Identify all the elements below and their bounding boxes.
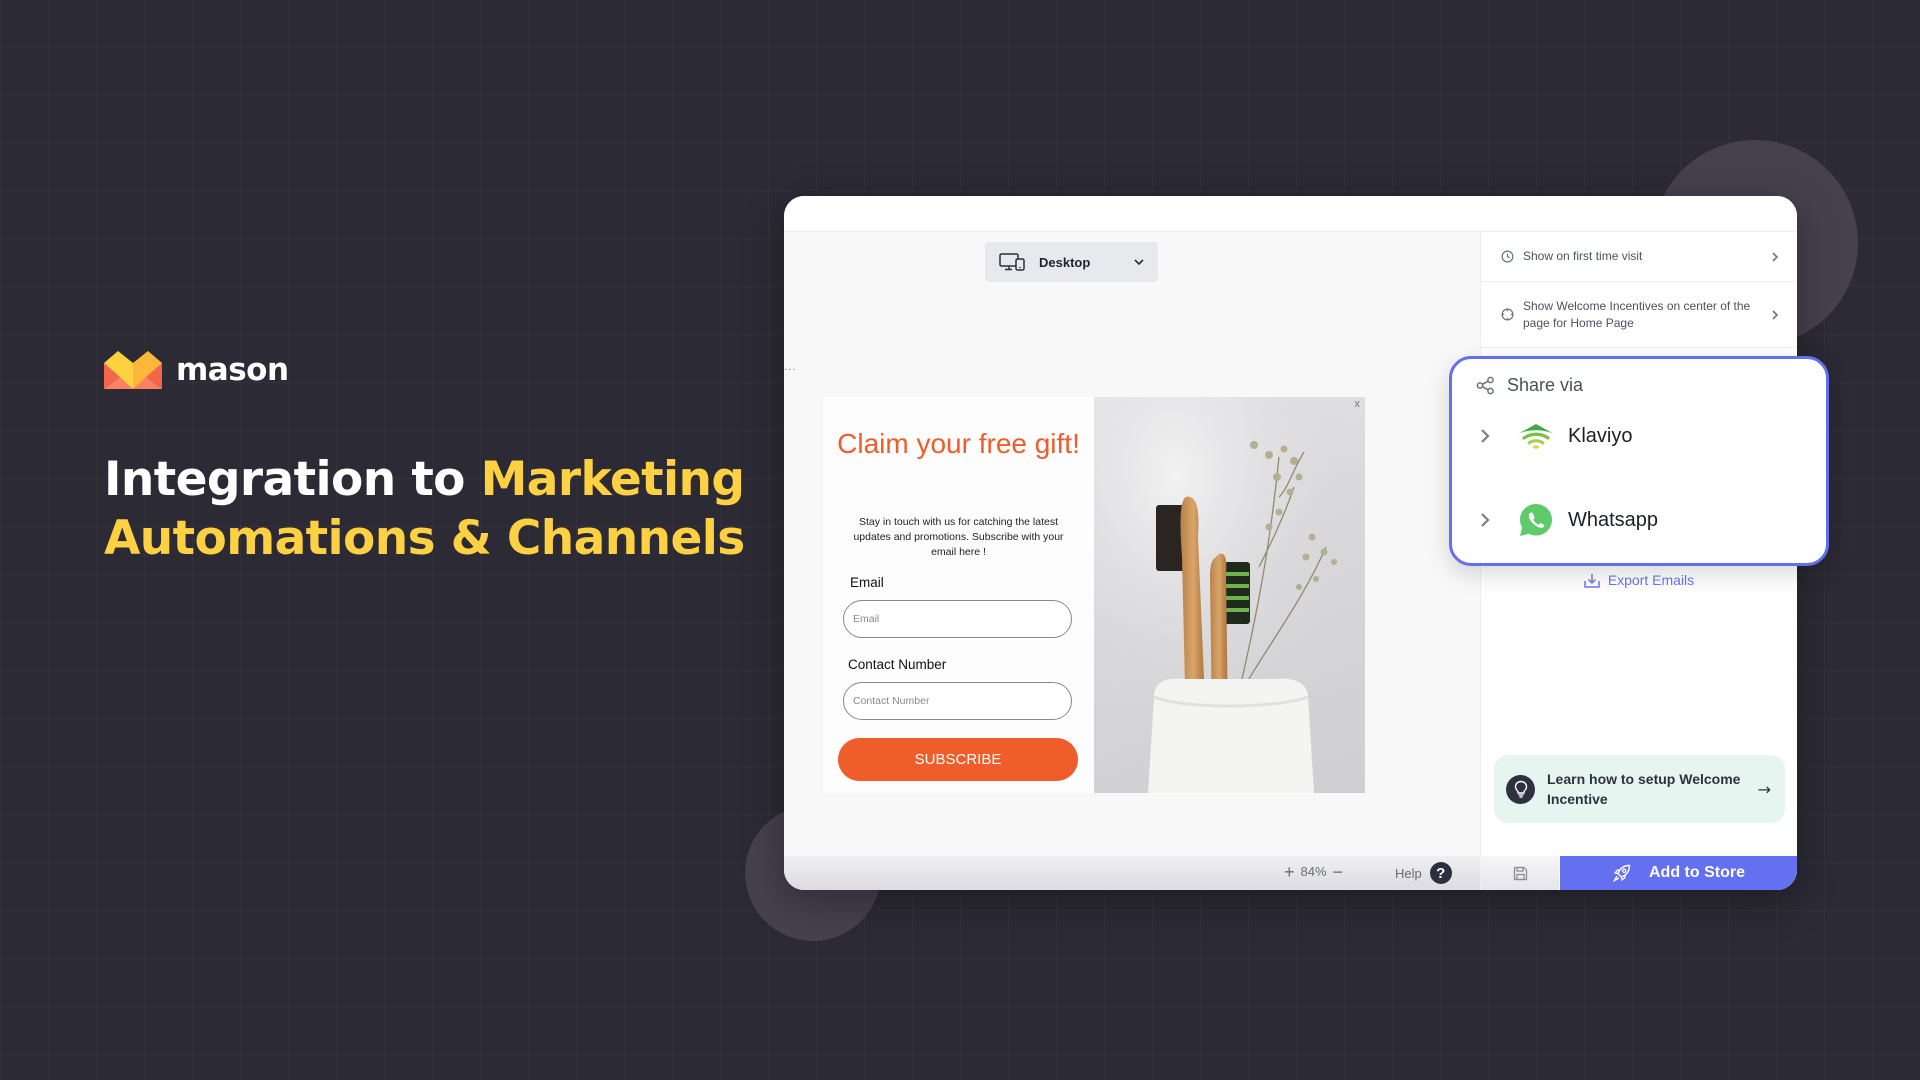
export-emails-label: Export Emails <box>1607 572 1695 588</box>
mason-logo-icon <box>104 351 162 389</box>
zoom-level: 84% <box>1300 864 1327 879</box>
clock-icon <box>1501 250 1514 263</box>
hero-headline: Integration to Marketing Automations & C… <box>104 450 745 568</box>
share-item-label: Whatsapp <box>1568 508 1659 531</box>
device-select[interactable]: Desktop <box>985 242 1158 282</box>
editor-topbar <box>784 196 1797 232</box>
headline-plain: Integration to <box>104 452 481 507</box>
settings-row-placement[interactable]: Show Welcome Incentives on center of the… <box>1481 282 1797 348</box>
settings-row-first-visit[interactable]: Show on first time visit <box>1481 232 1797 282</box>
chevron-right-icon <box>1481 429 1490 443</box>
popup-description: Stay in touch with us for catching the l… <box>853 516 1064 558</box>
save-icon <box>1513 866 1527 880</box>
learn-setup-text: Learn how to setup Welcome Incentive <box>1547 771 1741 807</box>
share-via-header: Share via <box>1476 375 1583 396</box>
preview-canvas: Desktop ... Claim your free gift! Stay i… <box>784 232 1480 856</box>
add-to-store-label: Add to Store <box>1649 864 1745 881</box>
toothbrush-photo <box>1094 397 1365 793</box>
device-select-value: Desktop <box>1039 254 1091 270</box>
promo-image: x <box>1094 397 1365 793</box>
email-input[interactable] <box>843 600 1072 638</box>
mason-logo: mason <box>104 351 289 389</box>
brand-name: mason <box>176 352 289 388</box>
share-via-title: Share via <box>1507 375 1584 395</box>
share-item-label: Klaviyo <box>1568 424 1633 447</box>
share-item-whatsapp[interactable]: Whatsapp <box>1480 503 1658 537</box>
share-via-popup: Share via Klaviyo Whatsapp <box>1449 356 1829 566</box>
rocket-icon <box>1613 864 1631 882</box>
settings-row-label: Show on first time visit <box>1523 249 1643 263</box>
truncated-label: ... <box>784 362 797 373</box>
share-icon <box>1476 376 1494 395</box>
arrow-right-icon: → <box>1757 779 1771 799</box>
help-label: Help <box>1395 865 1422 881</box>
headline-highlight-1: Marketing <box>480 452 745 507</box>
klaviyo-icon <box>1518 424 1554 449</box>
whatsapp-icon <box>1520 504 1552 536</box>
contact-number-input[interactable] <box>843 682 1072 720</box>
editor-bottombar: + 84% − Help ? <box>784 856 1480 890</box>
save-button[interactable] <box>1481 856 1559 890</box>
lightbulb-icon <box>1506 774 1535 804</box>
contact-number-label: Contact Number <box>848 657 947 672</box>
help-icon: ? <box>1429 862 1452 884</box>
learn-setup-card[interactable]: Learn how to setup Welcome Incentive → <box>1494 755 1785 823</box>
share-item-klaviyo[interactable]: Klaviyo <box>1480 423 1632 449</box>
popup-form-preview: Claim your free gift! Stay in touch with… <box>823 397 1094 793</box>
zoom-in-button[interactable]: + <box>1284 863 1295 881</box>
chevron-right-icon <box>1481 513 1490 527</box>
email-label: Email <box>850 575 884 590</box>
add-to-store-button[interactable]: Add to Store <box>1560 856 1797 890</box>
zoom-out-button[interactable]: − <box>1333 863 1344 881</box>
zoom-control: + 84% − <box>1284 863 1344 881</box>
settings-row-label: Show Welcome Incentives on center of the… <box>1523 298 1751 330</box>
export-emails-link[interactable]: Export Emails <box>1481 572 1797 588</box>
devices-icon <box>999 253 1025 271</box>
popup-title: Claim your free gift! <box>837 428 1080 459</box>
chevron-right-icon <box>1772 309 1779 320</box>
subscribe-button[interactable]: SUBSCRIBE <box>838 738 1078 781</box>
chevron-right-icon <box>1772 251 1779 262</box>
crosshair-icon <box>1501 308 1514 321</box>
popup-close-button[interactable]: x <box>1355 398 1361 410</box>
chevron-down-icon <box>1134 259 1144 265</box>
help-button[interactable]: Help ? <box>1395 862 1452 884</box>
headline-highlight-2: Automations & Channels <box>104 511 745 566</box>
download-icon <box>1584 573 1600 588</box>
